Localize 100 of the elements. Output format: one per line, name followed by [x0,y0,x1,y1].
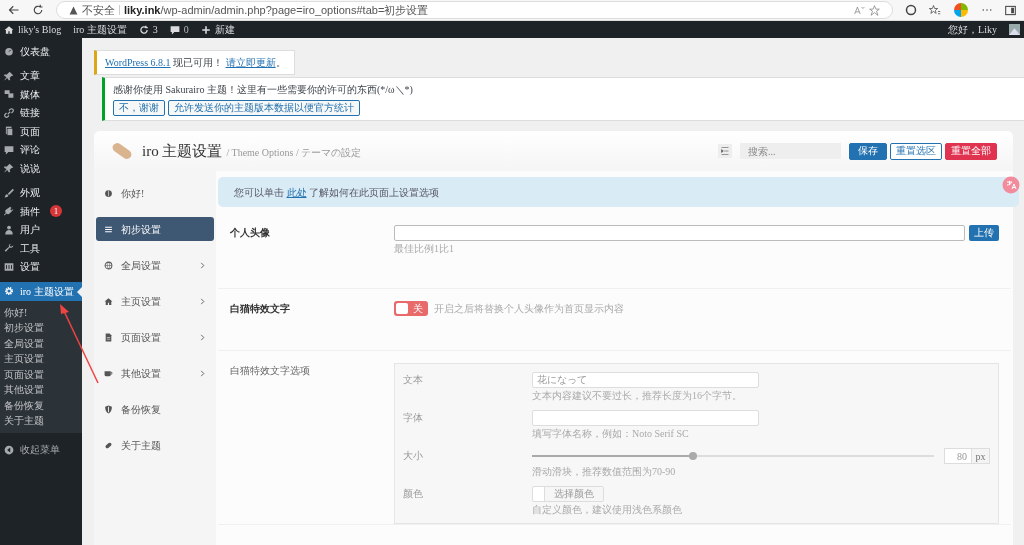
nav-item[interactable]: 备份恢复 [96,397,214,421]
read-aloud-icon[interactable] [854,4,865,16]
submenu-item[interactable]: 备份恢复 [0,397,82,413]
subfield-label: 字体 [403,411,424,425]
text-field[interactable] [532,410,759,426]
comment-count[interactable]: 0 [183,22,189,37]
new-link[interactable]: 新建 [214,22,235,37]
sidebar-item[interactable]: 仪表盘 [0,42,82,61]
sidebar-item[interactable]: 文章 [0,66,82,85]
site-link[interactable]: liky's Blog [18,22,62,37]
plus-icon[interactable] [200,24,211,35]
brush-icon [4,187,14,198]
subfield-label: 大小 [403,449,424,463]
speech-bubble-icon [4,144,14,155]
sidebar-item[interactable]: iro 主题设置 [0,282,82,301]
field-hint: 最佳比例1比1 [394,244,455,254]
subfield-label: 颜色 [403,487,424,501]
update-count[interactable]: 3 [152,22,158,37]
avatar-icon[interactable] [1009,24,1020,35]
user-icon [4,224,14,235]
nav-item[interactable]: 其他设置 [96,361,214,385]
submenu-item[interactable]: 其他设置 [0,382,82,398]
toolbar-button[interactable]: 保存 [849,142,887,160]
sidebar-item[interactable]: 工具 [0,239,82,258]
submenu-item[interactable]: 初步设置 [0,320,82,336]
plug-icon [4,206,14,217]
sidebar-item[interactable]: 说说 [0,159,82,178]
field-hint: 自定义颜色，建议使用浅色系颜色 [532,505,683,515]
toolbar-button[interactable]: 重置选区 [890,142,942,160]
sidebar-item[interactable]: 媒体 [0,85,82,104]
nav-item[interactable]: 全局设置 [96,253,214,277]
update-now-link[interactable]: 请立即更新 [225,57,276,68]
dashboard-icon [4,46,14,57]
sliders-icon [4,261,14,272]
sidebar-item[interactable]: 外观 [0,183,82,202]
sidebar-item[interactable]: 评论 [0,140,82,159]
submenu-item[interactable]: 全局设置 [0,335,82,351]
address-bar[interactable]: 不安全 liky.ink/wp-admin/admin.php?page=iro_options#tab=初步设置 [56,1,893,19]
profile-icon[interactable] [953,2,969,18]
globe-icon [104,260,113,270]
nav-item[interactable]: 初步设置 [96,217,214,241]
toolbar-button[interactable]: 重置全部 [945,142,997,160]
url-field[interactable] [394,225,965,241]
shield-icon [104,404,113,414]
chevron-right-icon [199,369,206,377]
star-icon[interactable] [869,4,880,16]
slider-thumb[interactable] [688,452,697,460]
sidebar-item[interactable]: 链接 [0,103,82,122]
notice-button[interactable]: 允许发送你的主题版本数据以便官方统计 [168,100,360,116]
sidebar-item[interactable]: 用户 [0,220,82,239]
sidebar-item[interactable]: 页面 [0,122,82,141]
notice-text: WordPress 6.8.1 现已可用！ 请立即更新。 [105,56,286,70]
menu-icon [104,224,113,234]
favorites-icon[interactable] [929,4,941,16]
security-label: 不安全 [82,2,115,18]
nav-item[interactable]: 主页设置 [96,289,214,313]
panel-subtitle: / Theme Options / テーマの設定 [226,145,362,160]
notice-button[interactable]: 不，谢谢 [113,100,165,116]
upload-button[interactable]: 上传 [969,225,999,241]
sidebar-item[interactable]: 插件 1 [0,202,82,221]
reload-icon[interactable] [32,4,44,16]
nav-item[interactable]: 页面设置 [96,325,214,349]
warning-icon [69,5,78,15]
pushpin-icon [4,163,14,174]
translate-icon[interactable] [1002,176,1020,194]
expand-icon[interactable] [718,144,732,158]
count-badge: 1 [50,205,62,218]
submenu-item[interactable]: 关于主题 [0,413,82,429]
nav-item[interactable]: 你好! [96,181,214,205]
update-link[interactable]: WordPress 6.8.1 [105,57,171,68]
submenu-item[interactable]: 页面设置 [0,366,82,382]
house-icon[interactable] [4,24,14,35]
field-label: 白猫特效文字选项 [230,364,311,378]
cup-icon [104,368,113,378]
sidebar-toggle-icon[interactable] [1005,4,1016,16]
home-icon [104,296,113,306]
info-link[interactable]: 此处 [286,186,307,198]
url-text: liky.ink/wp-admin/admin.php?page=iro_options#tab=初步设置 [124,2,429,18]
chevron-right-icon [199,297,206,305]
field-hint: 文本内容建议不要过长，推荐长度为16个字节。 [532,391,743,401]
notice-message: 感谢你使用 Sakurairo 主题！这里有一些需要你的许可的东西(*/ω＼*) [113,83,414,97]
document-icon [104,332,113,342]
comments-icon[interactable] [169,24,180,35]
theme-link[interactable]: iro 主题设置 [73,22,127,37]
search-field[interactable]: 搜索... [740,143,841,159]
nav-item[interactable]: 关于主题 [96,433,214,457]
sidebar-item[interactable]: 设置 [0,257,82,276]
greeting[interactable]: 您好，Liky [948,22,997,37]
collapse-icon [4,444,14,455]
collapse-menu[interactable]: 收起菜单 [0,440,82,459]
field-label: 白猫特效文字 [230,302,291,316]
field-label: 个人头像 [230,226,271,240]
subfield-label: 文本 [403,373,424,387]
submenu-item[interactable]: 你好! [0,304,82,320]
submenu-item[interactable]: 主页设置 [0,351,82,367]
wrench-icon [4,243,14,254]
back-icon[interactable] [8,4,20,16]
info-text: 您可以单击 此处 了解如何在此页面上设置选项 [234,185,439,200]
updates-icon[interactable] [138,24,149,35]
field-hint: 填写字体名称，例如：Noto Serif SC [532,429,690,439]
